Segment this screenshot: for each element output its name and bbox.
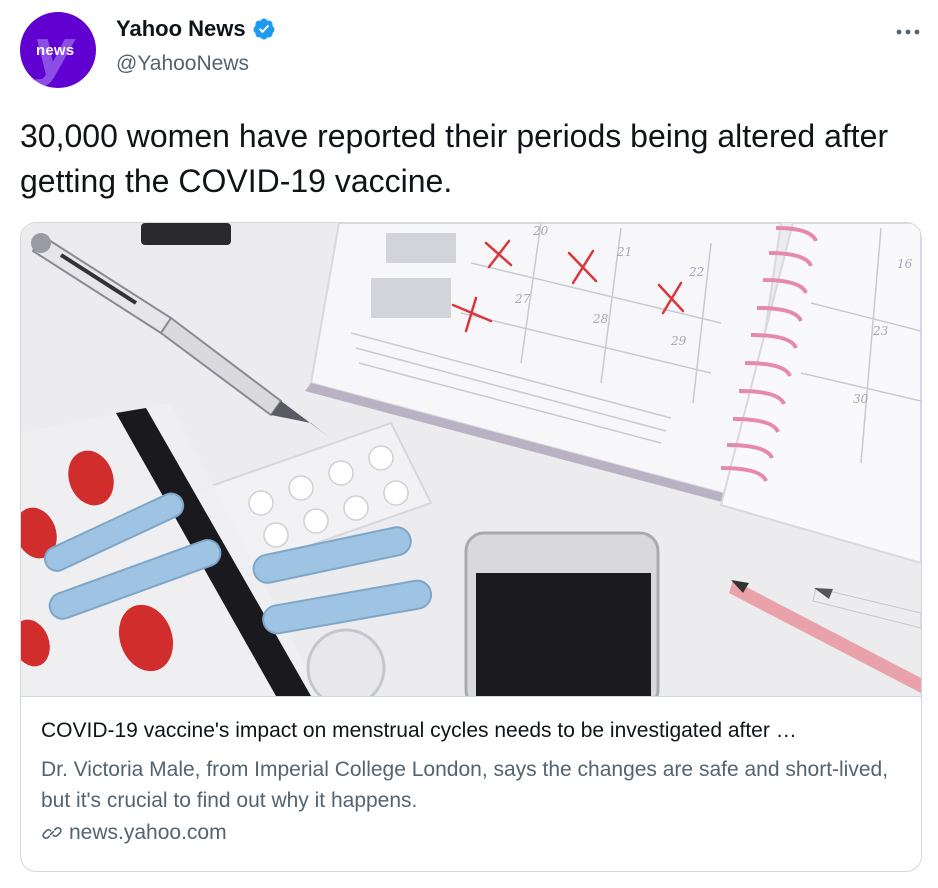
tweet-text: 30,000 women have reported their periods… [20,118,889,199]
calendar-number: 28 [592,312,609,326]
card-photo-illustration: 20 21 22 27 28 29 16 23 30 [21,223,921,696]
card-description: Dr. Victoria Male, from Imperial College… [41,758,889,812]
calendar-number: 20 [532,224,549,238]
calendar-number: 30 [853,392,869,406]
avatar-logo-text: news [36,42,75,59]
card-image[interactable]: 20 21 22 27 28 29 16 23 30 [21,223,921,696]
calendar-number: 16 [897,257,913,271]
phone-illustration [464,531,660,696]
card-divider [21,696,921,697]
calendar-number: 27 [514,292,531,306]
link-icon [42,826,62,840]
card-domain-row[interactable]: news.yahoo.com [41,821,227,845]
author-name-row: Yahoo News [116,16,276,42]
calendar-number: 29 [670,334,687,348]
link-preview-card[interactable]: 20 21 22 27 28 29 16 23 30 COVID-19 vacc… [20,222,922,872]
avatar[interactable]: y news [20,12,96,88]
more-horizontal-icon [896,29,920,35]
author-display-name[interactable]: Yahoo News [116,16,246,42]
author-handle[interactable]: @YahooNews [116,52,249,76]
card-title[interactable]: COVID-19 vaccine's impact on menstrual c… [41,717,901,745]
calendar-number: 22 [688,265,704,279]
card-domain: news.yahoo.com [69,821,227,844]
calendar-number: 23 [872,324,889,338]
verified-badge-icon [253,18,275,40]
clip-illustration [141,223,231,245]
tweet: y news Yahoo News @YahooNews 30,000 wome… [0,0,938,888]
more-options-button[interactable] [890,18,926,46]
calendar-number: 21 [616,245,632,259]
